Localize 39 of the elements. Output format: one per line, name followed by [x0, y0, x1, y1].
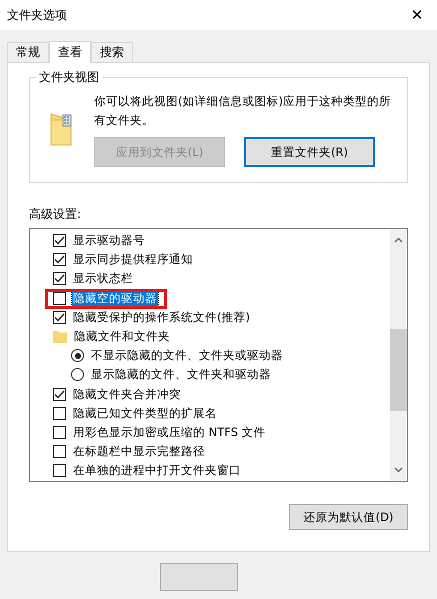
scrollbar[interactable] — [390, 229, 407, 481]
checkbox[interactable] — [53, 426, 66, 439]
setting-label[interactable]: 隐藏文件和文件夹 — [73, 329, 171, 344]
checkbox[interactable] — [53, 464, 66, 478]
checkbox[interactable] — [53, 234, 66, 248]
restore-defaults-button[interactable]: 还原为默认值(D) — [289, 504, 408, 530]
tab[interactable]: 搜索 — [91, 42, 133, 62]
setting-label[interactable]: 显示隐藏的文件、文件夹和驱动器 — [90, 367, 272, 382]
tab[interactable]: 常规 — [7, 42, 49, 62]
setting-label[interactable]: 隐藏已知文件类型的扩展名 — [72, 406, 218, 421]
checkbox[interactable] — [53, 445, 66, 458]
scroll-up-icon[interactable] — [394, 237, 403, 243]
folder-button[interactable]: 重置文件夹(R) — [244, 137, 375, 167]
setting-label[interactable]: 用彩色显示加密或压缩的 NTFS 文件 — [72, 424, 267, 440]
checkbox[interactable] — [53, 292, 66, 305]
window-title: 文件夹选项 — [7, 6, 67, 24]
checkbox[interactable] — [53, 388, 66, 401]
advanced-settings-label: 高级设置: — [29, 206, 82, 223]
setting-label[interactable]: 显示驱动器号 — [72, 233, 146, 248]
tab[interactable]: 查看 — [49, 41, 91, 63]
checkbox[interactable] — [53, 272, 66, 286]
checkbox[interactable] — [53, 253, 66, 266]
folder-icon — [53, 330, 67, 344]
setting-label[interactable]: 隐藏受保护的操作系统文件(推荐) — [72, 310, 251, 325]
checkbox[interactable] — [53, 406, 66, 420]
description-text: 你可以将此视图(如详细信息或图标)应用于这种类型的所有文件夹。 — [94, 93, 392, 129]
setting-label[interactable]: 显示同步提供程序通知 — [72, 252, 194, 268]
scrollbar-thumb[interactable] — [390, 329, 407, 411]
setting-label[interactable]: 在标题栏中显示完整路径 — [72, 444, 206, 460]
setting-label[interactable]: 显示状态栏 — [72, 271, 134, 286]
scroll-down-icon[interactable] — [394, 467, 403, 473]
radio-button[interactable] — [71, 368, 84, 382]
setting-label[interactable]: 不显示隐藏的文件、文件夹或驱动器 — [90, 348, 284, 364]
group-title: 文件夹视图 — [36, 69, 102, 86]
setting-label[interactable]: 在单独的进程中打开文件夹窗口 — [72, 463, 242, 478]
folder-icon — [50, 112, 72, 146]
radio-button[interactable] — [71, 349, 84, 362]
checkbox[interactable] — [53, 310, 66, 324]
setting-label[interactable]: 隐藏文件夹合并冲突 — [72, 386, 182, 402]
